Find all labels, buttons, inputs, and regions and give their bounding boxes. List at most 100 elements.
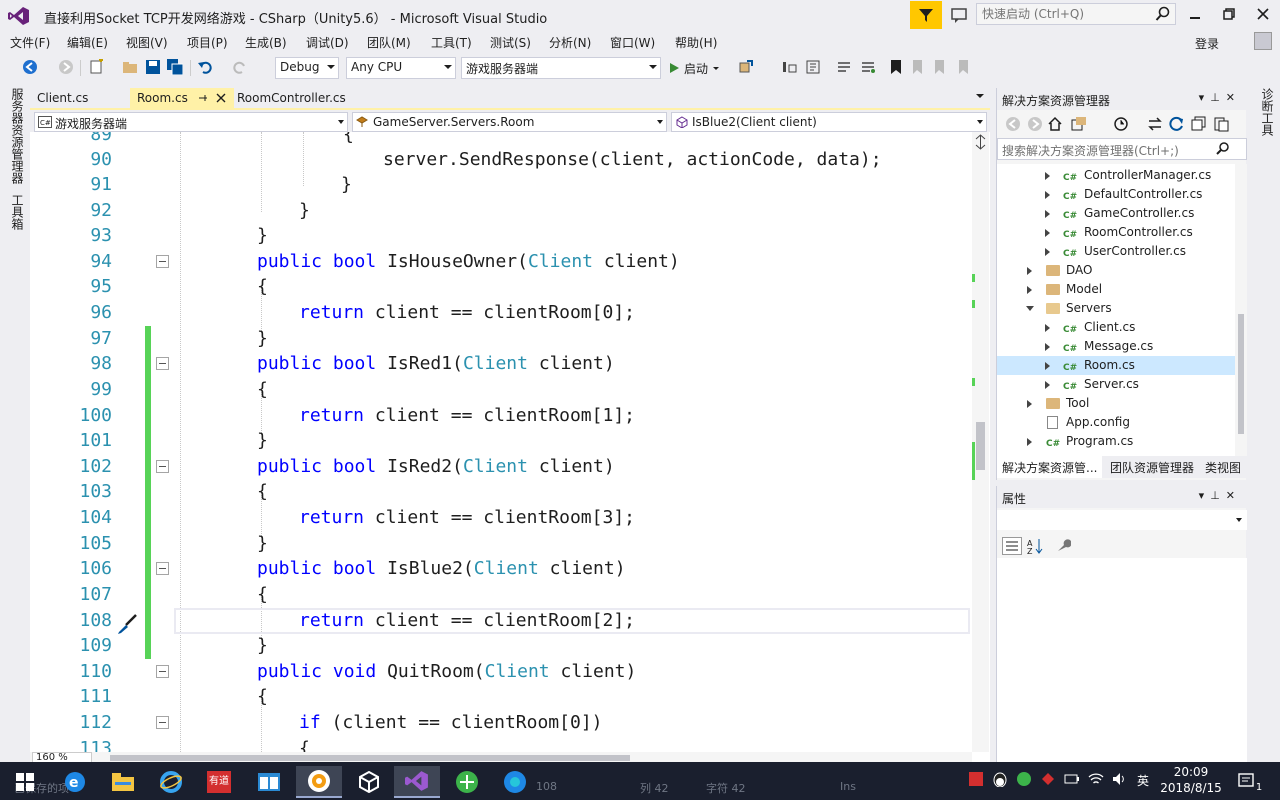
solution-platform-select[interactable]: Any CPU (346, 57, 456, 79)
expand-icon[interactable] (1045, 362, 1050, 370)
collapse-region-icon[interactable] (156, 665, 169, 678)
diagnostic-tools-tab[interactable]: 诊断工具 (1259, 88, 1276, 136)
clear-bookmarks-icon[interactable] (956, 59, 972, 75)
menu-project[interactable]: 项目(P) (187, 34, 228, 51)
close-button[interactable] (1246, 0, 1280, 28)
forward-icon[interactable] (1027, 116, 1043, 132)
solution-search-input[interactable]: 搜索解决方案资源管理器(Ctrl+;) (997, 138, 1247, 160)
tray-green-icon[interactable] (1016, 771, 1032, 790)
tree-item[interactable]: C# Client.cs (997, 318, 1235, 337)
volume-icon[interactable] (1112, 771, 1128, 790)
uncomment-icon[interactable] (860, 59, 876, 75)
save-icon[interactable] (145, 59, 161, 75)
tree-item[interactable]: DAO (997, 261, 1235, 280)
pin-icon[interactable] (198, 93, 208, 103)
member-dropdown[interactable]: IsBlue2(Client client) (671, 112, 987, 132)
menu-analyze[interactable]: 分析(N) (549, 34, 591, 51)
menu-test[interactable]: 测试(S) (490, 34, 531, 51)
expand-icon[interactable] (1045, 381, 1050, 389)
taskbar-youdao[interactable]: 有道 (196, 766, 242, 798)
menu-debug[interactable]: 调试(D) (306, 34, 349, 51)
collapse-region-icon[interactable] (156, 460, 169, 473)
expand-icon[interactable] (1027, 400, 1032, 408)
taskbar-file-explorer[interactable] (100, 766, 146, 798)
expand-icon[interactable] (1045, 248, 1050, 256)
tree-item[interactable]: C# UserController.cs (997, 242, 1235, 261)
wrench-icon[interactable] (1055, 538, 1071, 554)
close-icon[interactable]: ✕ (1226, 489, 1241, 502)
sign-in-link[interactable]: 登录 (1195, 35, 1219, 52)
expand-icon[interactable] (1045, 172, 1050, 180)
back-icon[interactable] (1005, 116, 1021, 132)
tree-item[interactable]: Tool (997, 394, 1235, 413)
collapse-region-icon[interactable] (156, 716, 169, 729)
menu-edit[interactable]: 编辑(E) (67, 34, 108, 51)
minimize-button[interactable] (1178, 0, 1212, 28)
toolbox-tab[interactable]: 工具箱 (9, 194, 26, 230)
expand-icon[interactable] (1045, 229, 1050, 237)
tree-item[interactable]: C# DefaultController.cs (997, 185, 1235, 204)
tray-penguin-icon[interactable] (992, 771, 1008, 790)
tab-room-cs[interactable]: Room.cs (130, 88, 234, 110)
expand-icon[interactable] (1027, 438, 1032, 446)
navigate-back-icon[interactable] (22, 59, 38, 75)
action-center-button[interactable]: 1 (1230, 766, 1270, 798)
tray-app-icon[interactable] (968, 771, 984, 790)
menu-help[interactable]: 帮助(H) (675, 34, 717, 51)
redo-icon[interactable] (232, 59, 248, 75)
menu-file[interactable]: 文件(F) (10, 34, 50, 51)
server-explorer-tab[interactable]: 服务器资源管理器 (9, 88, 26, 184)
comment-out-icon[interactable] (836, 59, 852, 75)
scroll-thumb[interactable] (976, 422, 985, 470)
sync-icon[interactable] (1147, 116, 1163, 132)
open-folder-icon[interactable] (122, 59, 138, 75)
tree-item[interactable]: C# RoomController.cs (997, 223, 1235, 242)
pin-icon[interactable]: ⊥ (1210, 489, 1226, 502)
expand-icon[interactable] (1027, 286, 1032, 294)
project-dropdown[interactable]: C# 游戏服务器端 (34, 112, 348, 132)
home-icon[interactable] (1047, 116, 1063, 132)
feedback-filter-button[interactable] (910, 1, 942, 29)
tree-item[interactable]: C# Message.cs (997, 337, 1235, 356)
tab-class-view[interactable]: 类视图 (1200, 456, 1246, 478)
new-project-icon[interactable] (88, 59, 104, 75)
editor-vertical-scrollbar[interactable] (972, 132, 989, 752)
save-all-icon[interactable] (167, 59, 183, 75)
taskbar-green-app[interactable] (444, 766, 490, 798)
scroll-thumb[interactable] (1238, 314, 1244, 434)
close-tab-icon[interactable] (216, 93, 226, 103)
code-editor[interactable]: 89 { 90 server.SendResponse(client, acti… (30, 132, 972, 752)
taskbar-unity[interactable] (346, 766, 392, 798)
menu-build[interactable]: 生成(B) (245, 34, 287, 51)
taskbar-chrome-like-app[interactable] (296, 766, 342, 798)
feedback-icon[interactable] (950, 6, 968, 24)
expand-icon[interactable] (1045, 210, 1050, 218)
tab-overflow-icon[interactable] (976, 94, 984, 98)
next-bookmark-icon[interactable] (932, 59, 948, 75)
start-debugging-button[interactable]: 启动 (668, 59, 720, 77)
expand-icon[interactable] (1045, 191, 1050, 199)
taskbar-edge[interactable]: e (52, 766, 98, 798)
switch-views-icon[interactable] (1071, 116, 1087, 132)
pin-icon[interactable]: ⊥ (1210, 91, 1226, 104)
taskbar-internet-explorer[interactable] (148, 766, 194, 798)
taskbar-blue-app[interactable] (492, 766, 538, 798)
collapse-region-icon[interactable] (156, 255, 169, 268)
tab-solution-explorer[interactable]: 解决方案资源管... (997, 456, 1103, 478)
menu-window[interactable]: 窗口(W) (610, 34, 655, 51)
tab-client-cs[interactable]: Client.cs (30, 88, 96, 110)
menu-tools[interactable]: 工具(T) (431, 34, 472, 51)
startup-project-select[interactable]: 游戏服务器端 (461, 57, 661, 79)
close-icon[interactable]: ✕ (1226, 91, 1241, 104)
wifi-icon[interactable] (1088, 771, 1104, 790)
taskbar-window-app[interactable] (246, 766, 292, 798)
tree-item[interactable]: App.config (997, 413, 1235, 432)
prev-bookmark-icon[interactable] (910, 59, 926, 75)
categorized-icon[interactable] (1002, 537, 1022, 555)
browser-link-icon[interactable] (738, 59, 754, 75)
input-method-indicator[interactable]: 英 (1137, 772, 1149, 789)
tree-item-selected[interactable]: C# Room.cs (997, 356, 1235, 375)
expand-icon[interactable] (1045, 324, 1050, 332)
menu-team[interactable]: 团队(M) (367, 34, 411, 51)
tree-item[interactable]: C# GameController.cs (997, 204, 1235, 223)
